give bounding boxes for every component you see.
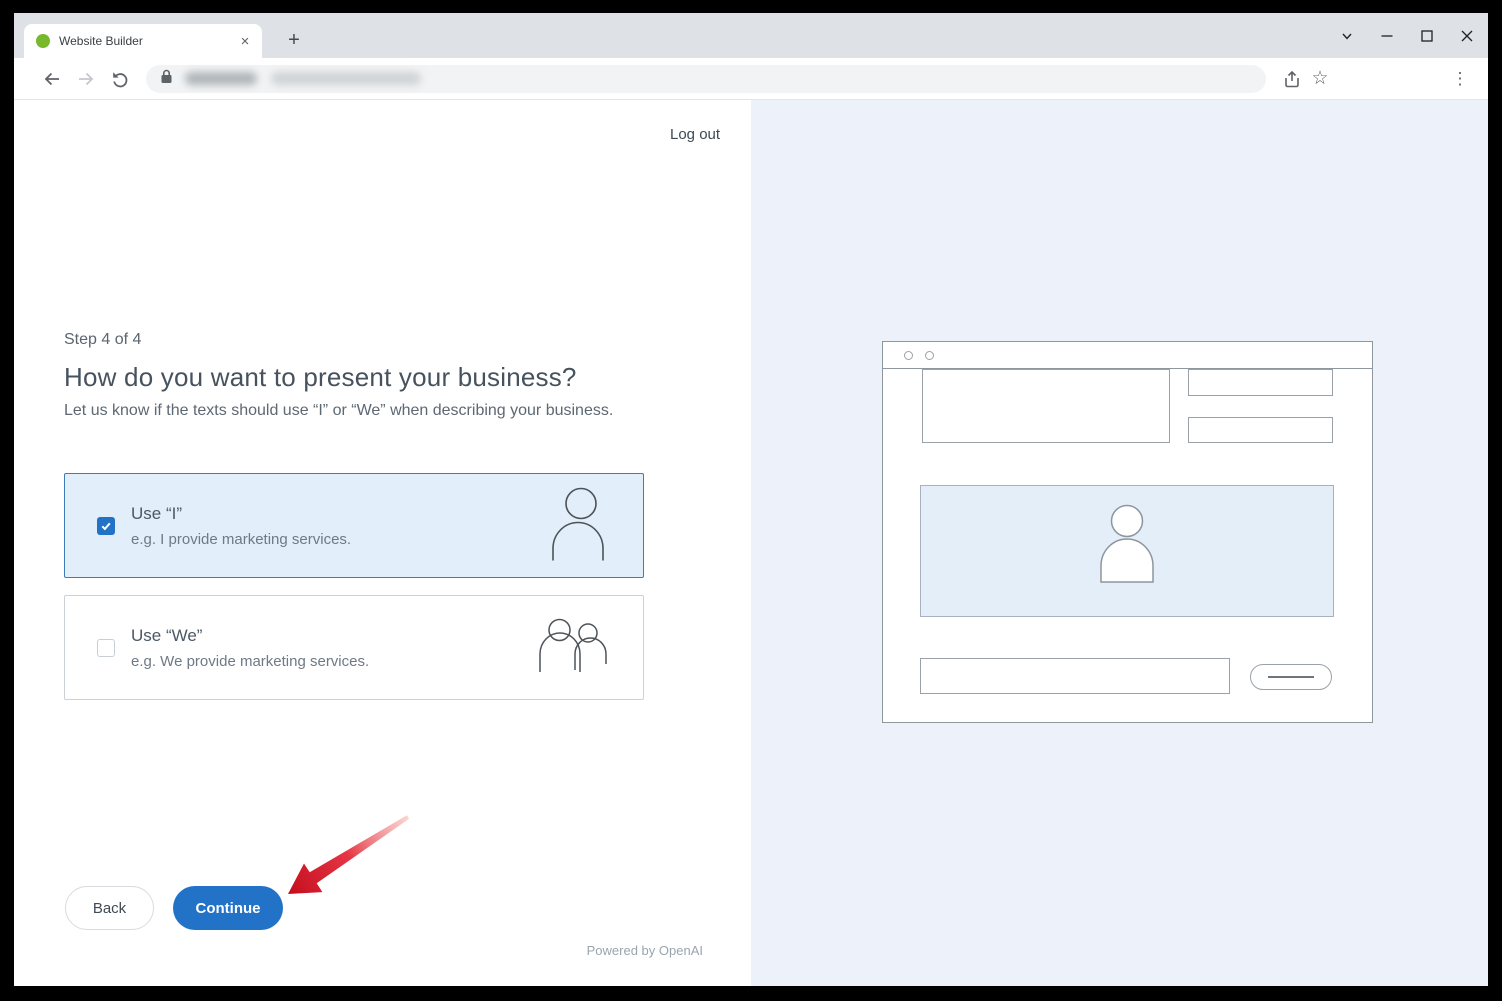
wireframe-button-line xyxy=(1268,676,1314,678)
logout-link[interactable]: Log out xyxy=(670,126,720,143)
two-people-icon xyxy=(539,618,607,678)
website-wireframe xyxy=(882,341,1373,723)
checkbox-use-i[interactable] xyxy=(97,517,115,535)
option-text: Use “We” e.g. We provide marketing servi… xyxy=(131,626,369,670)
option-card-use-i[interactable]: Use “I” e.g. I provide marketing service… xyxy=(64,473,644,578)
option-text: Use “I” e.g. I provide marketing service… xyxy=(131,504,351,548)
back-button[interactable]: Back xyxy=(65,886,154,930)
lock-icon xyxy=(160,69,173,89)
forward-nav-icon[interactable] xyxy=(72,65,100,93)
wireframe-body xyxy=(883,369,1372,722)
option-card-use-we[interactable]: Use “We” e.g. We provide marketing servi… xyxy=(64,595,644,700)
step-indicator: Step 4 of 4 xyxy=(64,331,141,349)
browser-toolbar: ☆ ⋮ xyxy=(14,58,1488,100)
redacted-url-domain xyxy=(185,72,257,85)
window-controls xyxy=(1340,13,1474,58)
page-content: Log out Step 4 of 4 How do you want to p… xyxy=(14,100,1488,986)
back-nav-icon[interactable] xyxy=(38,65,66,93)
page-title: How do you want to present your business… xyxy=(64,362,577,393)
hero-person-icon xyxy=(1097,504,1157,604)
wireframe-dot-icon xyxy=(904,351,913,360)
page-subtitle: Let us know if the texts should use “I” … xyxy=(64,402,613,420)
continue-button[interactable]: Continue xyxy=(173,886,283,930)
share-icon[interactable] xyxy=(1278,65,1306,93)
maximize-icon[interactable] xyxy=(1420,29,1434,43)
wireframe-input-block xyxy=(920,658,1230,694)
bookmark-star-icon[interactable]: ☆ xyxy=(1306,65,1334,93)
option-example: e.g. We provide marketing services. xyxy=(131,653,369,670)
powered-by-note: Powered by OpenAI xyxy=(587,943,703,958)
favicon-icon xyxy=(36,34,50,48)
close-window-icon[interactable] xyxy=(1460,29,1474,43)
browser-tab[interactable]: Website Builder × xyxy=(24,24,262,58)
wireframe-side-block xyxy=(1188,417,1333,443)
preview-panel xyxy=(751,100,1488,986)
toolbar-spacer xyxy=(1334,78,1446,79)
chevron-down-icon[interactable] xyxy=(1340,29,1354,43)
option-title: Use “We” xyxy=(131,626,369,646)
reload-icon[interactable] xyxy=(106,65,134,93)
wireframe-content-block xyxy=(922,369,1170,443)
option-title: Use “I” xyxy=(131,504,351,524)
checkbox-use-we[interactable] xyxy=(97,639,115,657)
menu-dots-icon[interactable]: ⋮ xyxy=(1446,65,1474,93)
single-person-icon xyxy=(549,486,607,565)
wireframe-titlebar xyxy=(883,342,1372,369)
new-tab-button[interactable]: + xyxy=(280,26,308,54)
wireframe-side-block xyxy=(1188,369,1333,396)
tab-close-icon[interactable]: × xyxy=(236,32,254,50)
address-bar[interactable] xyxy=(146,65,1266,93)
tab-title: Website Builder xyxy=(59,34,236,48)
wireframe-hero-block xyxy=(920,485,1334,617)
wireframe-button-pill xyxy=(1250,664,1332,690)
tab-strip: Website Builder × + xyxy=(14,13,1488,58)
minimize-icon[interactable] xyxy=(1380,29,1394,43)
redacted-url-path xyxy=(271,72,421,85)
option-example: e.g. I provide marketing services. xyxy=(131,531,351,548)
wireframe-dot-icon xyxy=(925,351,934,360)
browser-window: Website Builder × + xyxy=(14,13,1488,986)
wizard-panel: Log out Step 4 of 4 How do you want to p… xyxy=(14,100,751,986)
annotation-arrow-icon xyxy=(282,814,414,907)
